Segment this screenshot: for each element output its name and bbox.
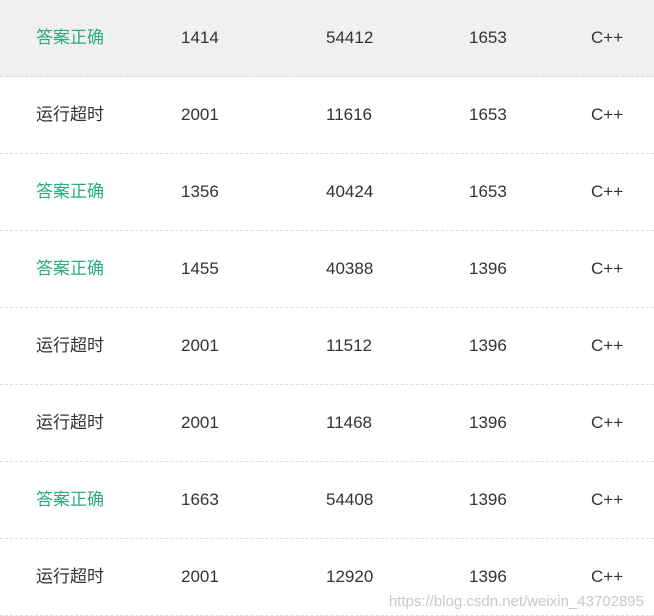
watermark-text: https://blog.csdn.net/weixin_43702895 [388,593,644,610]
runtime-cell: 1414 [181,28,219,47]
table-row[interactable]: 答案正确 1414 54412 1653 C++ [0,0,654,77]
memory-cell: 54412 [326,28,374,47]
code-length-cell: 1653 [469,105,507,124]
code-length-cell: 1396 [469,413,507,432]
runtime-cell: 1356 [181,182,219,201]
memory-cell: 12920 [326,567,374,586]
language-cell: C++ [591,28,624,47]
runtime-cell: 1663 [181,490,219,509]
status-accepted[interactable]: 答案正确 [36,154,104,230]
status-timeout[interactable]: 运行超时 [36,385,104,461]
table-row[interactable]: 运行超时 2001 11468 1396 C++ [0,385,654,462]
code-length-cell: 1653 [469,182,507,201]
submission-table: 答案正确 1414 54412 1653 C++ 运行超时 2001 11616… [0,0,654,616]
table-row[interactable]: 答案正确 1663 54408 1396 C++ [0,462,654,539]
code-length-cell: 1396 [469,259,507,278]
table-row[interactable]: 答案正确 1455 40388 1396 C++ [0,231,654,308]
memory-cell: 54408 [326,490,374,509]
code-length-cell: 1653 [469,28,507,47]
memory-cell: 11512 [326,336,373,355]
memory-cell: 11468 [326,413,373,432]
code-length-cell: 1396 [469,336,507,355]
language-cell: C++ [591,413,624,432]
status-accepted[interactable]: 答案正确 [36,462,104,538]
language-cell: C++ [591,259,624,278]
memory-cell: 40388 [326,259,374,278]
table-row[interactable]: 答案正确 1356 40424 1653 C++ [0,154,654,231]
status-timeout[interactable]: 运行超时 [36,539,104,615]
runtime-cell: 2001 [181,413,219,432]
code-length-cell: 1396 [469,490,507,509]
status-accepted[interactable]: 答案正确 [36,0,104,76]
runtime-cell: 1455 [181,259,219,278]
language-cell: C++ [591,490,624,509]
memory-cell: 40424 [326,182,374,201]
status-timeout[interactable]: 运行超时 [36,308,104,384]
status-accepted[interactable]: 答案正确 [36,231,104,307]
runtime-cell: 2001 [181,567,219,586]
table-row[interactable]: 运行超时 2001 11616 1653 C++ [0,77,654,154]
language-cell: C++ [591,182,624,201]
status-timeout[interactable]: 运行超时 [36,77,104,153]
runtime-cell: 2001 [181,105,219,124]
language-cell: C++ [591,105,624,124]
language-cell: C++ [591,336,624,355]
memory-cell: 11616 [326,105,373,124]
runtime-cell: 2001 [181,336,219,355]
table-row[interactable]: 运行超时 2001 11512 1396 C++ [0,308,654,385]
